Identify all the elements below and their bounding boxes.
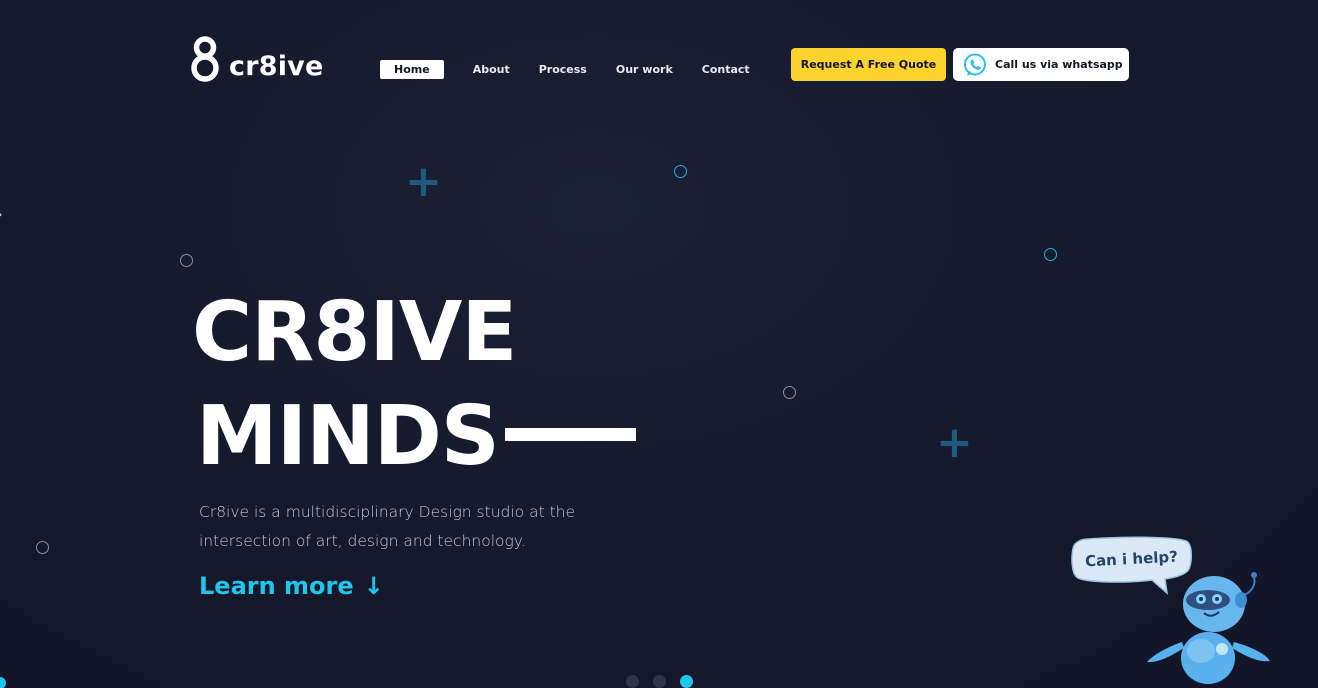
hero-description-line-2: intersection of art, design and technolo… [199, 532, 526, 550]
logo-mark-icon [191, 36, 219, 82]
nav-item-home[interactable]: Home [380, 60, 444, 79]
arrow-down-icon: ↓ [363, 572, 384, 600]
slider-dot[interactable] [626, 675, 639, 688]
slider-dots [626, 675, 707, 688]
request-quote-button[interactable]: Request A Free Quote [791, 48, 946, 81]
hero-description: Cr8ive is a multidisciplinary Design stu… [199, 498, 629, 556]
ring-decoration-icon [36, 541, 49, 554]
ring-decoration-icon [1044, 248, 1057, 261]
ring-decoration-icon [783, 386, 796, 399]
ring-decoration-icon [180, 254, 193, 267]
hero-title-line-1: CR8IVE [192, 285, 517, 380]
brand-logo[interactable]: cr8ive [190, 36, 323, 82]
chevron-right-icon[interactable]: › [0, 207, 3, 223]
learn-more-link[interactable]: Learn more ↓ [199, 572, 384, 600]
nav-item-process[interactable]: Process [539, 60, 587, 79]
whatsapp-icon [964, 53, 986, 76]
hero-description-line-1: Cr8ive is a multidisciplinary Design stu… [199, 503, 576, 521]
logo-text: cr8ive [229, 51, 324, 82]
learn-more-label: Learn more [199, 572, 354, 600]
ring-decoration-icon [674, 165, 687, 178]
hero-title-line-2: MINDS [196, 389, 500, 484]
hero-dash-decoration [505, 428, 636, 441]
plus-decoration-icon: + [936, 417, 973, 468]
whatsapp-button-label: Call us via whatsapp [995, 58, 1123, 71]
whatsapp-call-button[interactable]: Call us via whatsapp [953, 48, 1129, 81]
main-nav: Home About Process Our work Contact [380, 60, 779, 79]
nav-item-contact[interactable]: Contact [702, 60, 750, 79]
nav-item-our-work[interactable]: Our work [616, 60, 673, 79]
nav-item-about[interactable]: About [473, 60, 510, 79]
edge-dot-decoration [0, 677, 6, 688]
slider-dot[interactable] [653, 675, 666, 688]
slider-dot-active[interactable] [680, 675, 693, 688]
plus-decoration-icon: + [405, 156, 442, 207]
